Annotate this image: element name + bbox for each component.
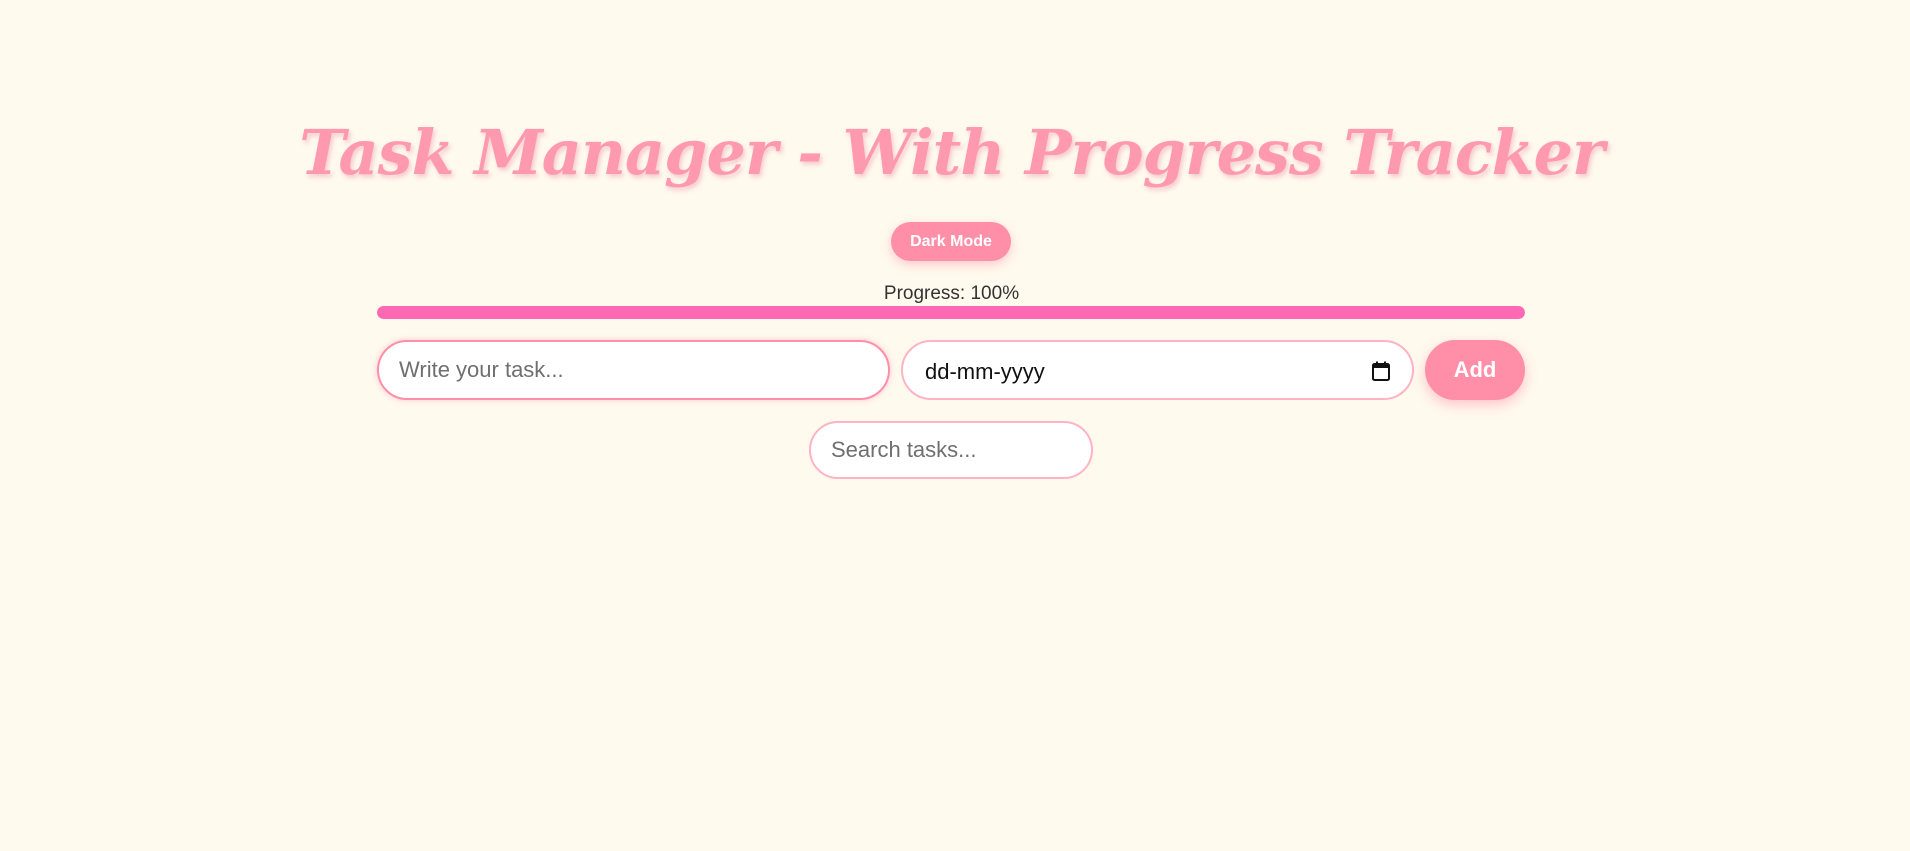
search-input[interactable] (809, 421, 1093, 479)
progress-bar-fill (377, 306, 1525, 319)
page-title: Task Manager - With Progress Tracker (299, 116, 1604, 189)
dark-mode-button[interactable]: Dark Mode (891, 222, 1011, 261)
calendar-icon[interactable] (1372, 361, 1390, 381)
progress-bar (377, 306, 1525, 319)
due-date-value: dd-mm-yyyy (925, 359, 1045, 384)
progress-label: Progress: 100% (883, 283, 1020, 304)
task-input[interactable] (377, 340, 890, 400)
due-date-input[interactable]: dd-mm-yyyy (901, 340, 1414, 400)
task-manager-app: Task Manager - With Progress Tracker Dar… (0, 0, 1910, 851)
add-task-button[interactable]: Add (1425, 340, 1525, 400)
